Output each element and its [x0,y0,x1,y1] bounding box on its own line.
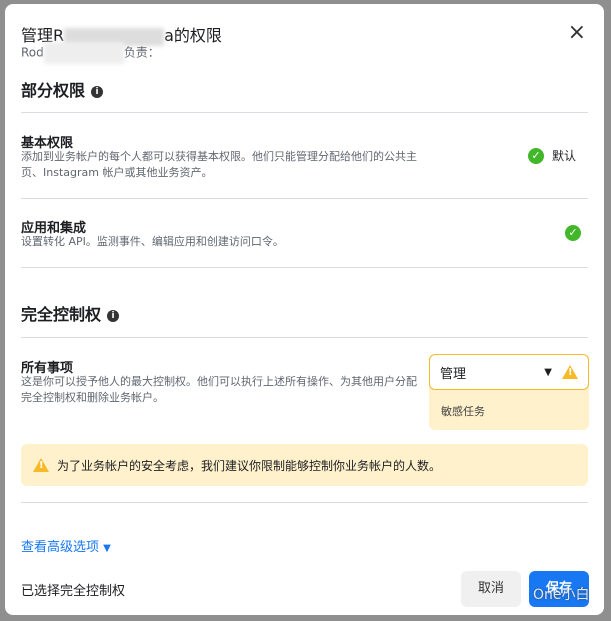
close-icon[interactable]: × [568,20,586,45]
caret-down-icon: ▼ [103,543,111,554]
role-select[interactable]: 管理 ▼ ! [429,354,589,390]
watermark: One小白 [533,587,590,603]
divider [21,198,588,199]
role-select-value: 管理 [440,366,467,382]
basic-permissions-status: ✓ 默认 [528,147,576,164]
cancel-button[interactable]: 取消 [461,571,521,607]
divider [21,267,588,268]
sensitive-tasks-note: 敏感任务 [441,405,485,418]
full-control-heading: 完全控制权 i [21,301,120,325]
advanced-options-link[interactable]: 查看高级选项 ▼ [21,536,111,555]
all-items-desc: 这是你可以授予他人的最大控制权。他们可以执行上述所有操作、为其他用户分配完全控制… [21,375,417,404]
warning-icon: ! [33,458,49,472]
selection-status: 已选择完全控制权 [21,584,126,599]
dialog-subtitle: Rod 负责： [21,42,160,64]
check-icon: ✓ [565,225,581,241]
divider [21,112,588,113]
info-icon[interactable]: i [107,309,120,322]
warning-icon: ! [562,365,578,379]
check-icon: ✓ [528,147,544,164]
divider [21,502,588,503]
security-warning-banner: ! 为了业务帐户的安全考虑，我们建议你限制能够控制你业务帐户的人数。 [21,444,588,486]
info-icon[interactable]: i [91,85,104,98]
default-label: 默认 [552,149,577,163]
divider [21,337,588,338]
basic-permissions-desc: 添加到业务帐户的每个人都可以获得基本权限。他们只能管理分配给他们的公共主页、In… [21,150,417,179]
partial-permissions-heading: 部分权限 i [21,77,104,101]
permissions-dialog: 管理R a的权限 Rod 负责： × 部分权限 i 基本权限 添加到业务帐户的每个人都… [5,4,604,615]
banner-text: 为了业务帐户的安全考虑，我们建议你限制能够控制你业务帐户的人数。 [57,458,442,473]
caret-down-icon: ▼ [544,366,552,378]
apps-integrations-desc: 设置转化 API。监测事件、编辑应用和创建访问口令。 [21,235,284,248]
